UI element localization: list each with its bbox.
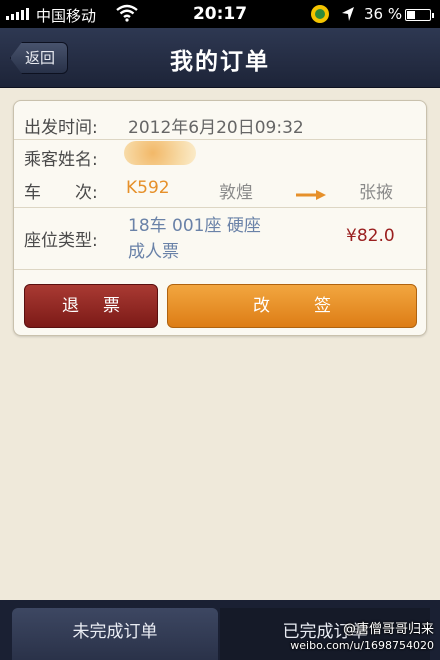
battery-icon: [405, 9, 434, 21]
passenger-name-label: 乘客姓名:: [24, 150, 98, 170]
depart-time-value: 2012年6月20日09:32: [128, 118, 304, 138]
status-bar: 中国移动 20:17 36 %: [0, 0, 440, 28]
order-card: 出发时间: 2012年6月20日09:32 乘客姓名: 车 次: K592 敦煌…: [13, 100, 427, 336]
right-arrow-icon: [296, 185, 326, 204]
ticket-price: ¥82.0: [346, 226, 395, 246]
refund-button[interactable]: 退票: [24, 284, 158, 328]
passenger-name-redacted: [124, 141, 196, 165]
tab-incomplete-orders[interactable]: 未完成订单: [12, 608, 218, 660]
departure-station: 敦煌: [219, 183, 253, 203]
location-icon: [341, 6, 355, 26]
seat-info: 18车 001座 硬座: [128, 216, 261, 236]
watermark-handle: @唐僧哥哥归来: [342, 622, 434, 637]
divider: [14, 139, 426, 140]
battery-percent: 36 %: [364, 5, 403, 23]
page-title: 我的订单: [170, 49, 270, 75]
divider: [14, 269, 426, 270]
ticket-type: 成人票: [128, 242, 179, 262]
change-ticket-button[interactable]: 改签: [167, 284, 417, 328]
nav-bar: 返回 我的订单: [0, 28, 440, 88]
train-number-label: 车 次:: [24, 183, 98, 203]
watermark: @唐僧哥哥归来 weibo.com/u/1698754020: [290, 622, 434, 654]
depart-time-label: 出发时间:: [24, 118, 98, 138]
watermark-url: weibo.com/u/1698754020: [290, 639, 434, 652]
seat-type-label: 座位类型:: [24, 231, 98, 251]
divider: [14, 207, 426, 208]
train-number: K592: [126, 178, 170, 198]
battery-level: [407, 11, 415, 19]
arrival-station: 张掖: [359, 183, 393, 203]
blackberry-icon: [311, 5, 329, 23]
